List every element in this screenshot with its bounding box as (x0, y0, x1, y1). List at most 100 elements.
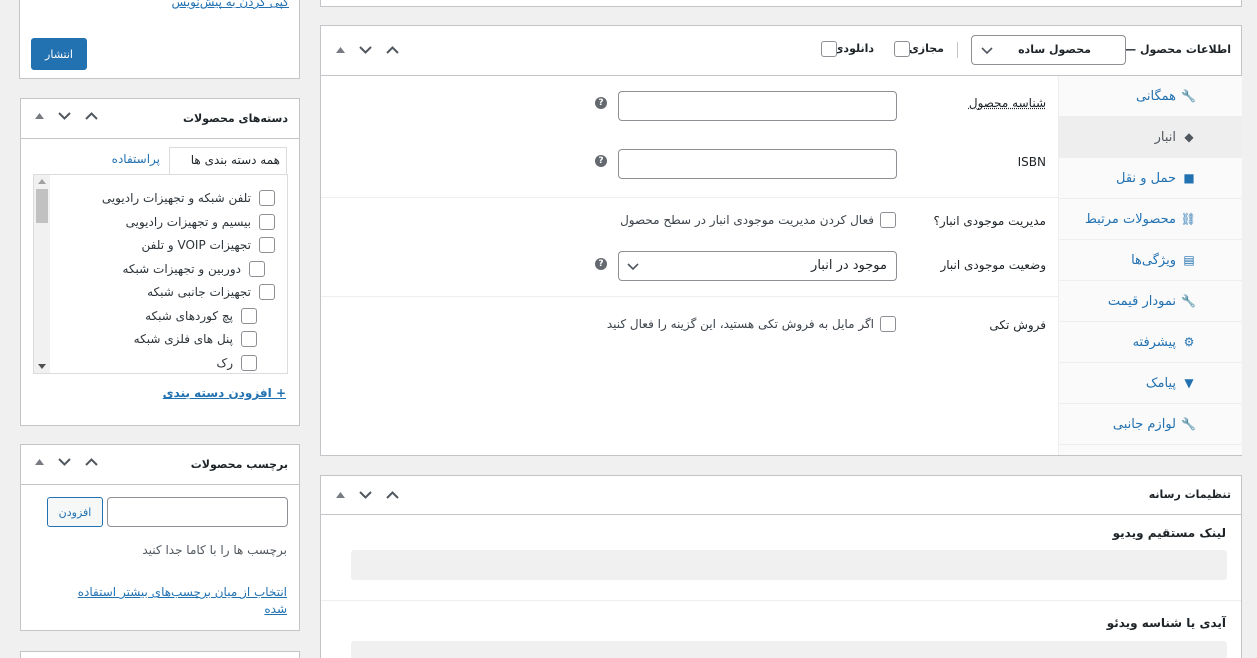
category-checkbox[interactable] (241, 308, 257, 324)
category-checkbox[interactable] (249, 261, 265, 277)
tab-label: همگانی (1136, 89, 1176, 104)
product-data-header: اطلاعات محصول — محصول ساده مجازی: دانلود… (321, 26, 1241, 76)
tab-1[interactable]: ◆ انبار (1059, 117, 1242, 158)
divider (321, 296, 1058, 297)
category-label: پنل های فلزی شبکه (134, 332, 233, 346)
video-id-label: آیدی یا شناسه ویدئو (1107, 616, 1226, 630)
add-tag-button[interactable]: افزودن (47, 497, 103, 527)
categories-box: دسته‌های محصولات همه دسته بندی ها پراستف… (20, 98, 300, 426)
tab-label: انبار (1155, 130, 1176, 145)
chevron-down-icon (981, 47, 993, 55)
move-up-icon[interactable] (35, 113, 44, 119)
divider (321, 600, 1241, 601)
top-box (320, 0, 1242, 7)
sku-label: شناسه محصول (969, 96, 1046, 110)
tag-input[interactable] (107, 497, 288, 527)
tab-8[interactable]: 🔧 لوازم جانبی (1059, 404, 1242, 445)
category-checkbox[interactable] (241, 331, 257, 347)
tab-all-categories[interactable]: همه دسته بندی ها (169, 147, 287, 175)
chevron-up-icon[interactable] (85, 458, 98, 466)
video-link-input[interactable] (351, 550, 1227, 580)
isbn-label: ISBN (1018, 155, 1046, 169)
tab-most-used[interactable]: پراستفاده (112, 152, 160, 166)
tab-4[interactable]: ▤ ویژگی‌ها (1059, 240, 1242, 281)
product-data-panel-controls (336, 46, 399, 54)
tab-7[interactable]: ▼ پیامک (1059, 363, 1242, 404)
tags-title: برچسب محصولات (191, 458, 288, 471)
divider (957, 42, 958, 58)
sku-input[interactable] (618, 91, 897, 121)
tab-label: محصولات مرتبط (1085, 212, 1176, 227)
chevron-up-icon[interactable] (386, 491, 399, 499)
move-up-icon[interactable] (35, 459, 44, 465)
tab-5[interactable]: 🔧 نمودار قیمت (1059, 281, 1242, 322)
wrench-icon: 🔧 (1182, 89, 1196, 103)
product-type-select[interactable]: محصول ساده (971, 35, 1126, 65)
virtual-label: مجازی: (904, 42, 944, 55)
video-id-input[interactable] (351, 641, 1227, 658)
chevron-down-icon[interactable] (58, 458, 71, 466)
help-icon[interactable]: ? (595, 258, 607, 270)
downloadable-checkbox[interactable] (821, 41, 837, 57)
tab-label: نمودار قیمت (1108, 294, 1176, 309)
tab-all-label: همه دسته بندی ها (191, 153, 280, 167)
tags-box: برچسب محصولات افزودن برچسب ها را با کاما… (20, 444, 300, 631)
category-checkbox[interactable] (259, 284, 275, 300)
scrollbar[interactable] (34, 175, 50, 373)
manage-stock-checkbox[interactable] (880, 212, 896, 228)
inventory-panel: شناسه محصول ? ISBN ? مدیریت موجودی انبار… (321, 76, 1058, 455)
tags-header: برچسب محصولات (21, 445, 299, 485)
help-icon[interactable]: ? (595, 97, 607, 109)
link-icon: ⛓ (1182, 212, 1196, 226)
category-checkbox[interactable] (259, 237, 275, 253)
copy-to-draft-link[interactable]: کپی کردن به پیش‌نویس (172, 0, 289, 9)
category-label: رک (216, 356, 233, 370)
stock-status-select[interactable]: موجود در انبار (618, 251, 897, 281)
chevron-down-icon[interactable] (359, 491, 372, 499)
tab-6[interactable]: ⚙ پیشرفته (1059, 322, 1242, 363)
tab-3[interactable]: ⛓ محصولات مرتبط (1059, 199, 1242, 240)
add-category-link[interactable]: + افزودن دسته بندی (163, 386, 286, 400)
comment-icon: ▼ (1182, 376, 1196, 390)
category-label: تلفن شبکه و تجهیزات رادیویی (102, 191, 251, 205)
categories-panel-controls (35, 112, 98, 120)
tab-2[interactable]: ■ حمل و نقل (1059, 158, 1242, 199)
move-up-icon[interactable] (336, 492, 345, 498)
chevron-up-icon[interactable] (85, 112, 98, 120)
stock-status-label: وضعیت موجودی انبار (940, 258, 1046, 272)
choose-tags-link-2[interactable]: شده (264, 602, 287, 616)
stock-status-value: موجود در انبار (811, 258, 887, 273)
category-label: پچ کوردهای شبکه (145, 309, 233, 323)
manage-stock-text: فعال کردن مدیریت موجودی انبار در سطح محص… (620, 213, 874, 227)
wrench-icon: 🔧 (1182, 294, 1196, 308)
publish-button[interactable]: انتشار (31, 38, 87, 70)
product-data-tabs: 🔧 همگانی ◆ انبار ■ حمل و نقل ⛓ محصولات مرتبط ▤ وی… (1058, 76, 1242, 455)
publish-box: کپی کردن به پیش‌نویس انتشار (19, 0, 300, 79)
product-data-title: اطلاعات محصول — (1125, 43, 1231, 56)
category-checkbox[interactable] (259, 214, 275, 230)
scrollbar-thumb[interactable] (36, 189, 48, 223)
category-checkbox[interactable] (241, 355, 257, 371)
help-icon[interactable]: ? (595, 155, 607, 167)
chevron-down-icon[interactable] (359, 46, 372, 54)
choose-tags-link[interactable]: انتخاب از میان برچسب‌های بیشتر استفاده (78, 585, 287, 599)
tab-label: ویژگی‌ها (1131, 253, 1176, 268)
isbn-input[interactable] (618, 149, 897, 179)
category-checklist: تلفن شبکه و تجهیزات رادیویی بیسیم و تجهیز… (33, 174, 288, 374)
category-label: تجهیزات جانبی شبکه (147, 285, 251, 299)
virtual-checkbox[interactable] (894, 41, 910, 57)
category-label: بیسیم و تجهیزات رادیویی (126, 215, 251, 229)
move-up-icon[interactable] (336, 47, 345, 53)
category-checkbox[interactable] (259, 190, 275, 206)
categories-header: دسته‌های محصولات (21, 99, 299, 139)
chevron-up-icon[interactable] (386, 46, 399, 54)
sold-individually-label: فروش تکی (989, 318, 1046, 332)
media-settings-title: تنظیمات رسانه (1149, 488, 1231, 501)
tab-0[interactable]: 🔧 همگانی (1059, 76, 1242, 117)
sold-individually-checkbox[interactable] (880, 316, 896, 332)
tag-icon: ◆ (1182, 130, 1196, 144)
tab-label: پیشرفته (1133, 335, 1176, 350)
media-panel-controls (336, 491, 399, 499)
chevron-down-icon[interactable] (58, 112, 71, 120)
table-icon: ▤ (1182, 253, 1196, 267)
